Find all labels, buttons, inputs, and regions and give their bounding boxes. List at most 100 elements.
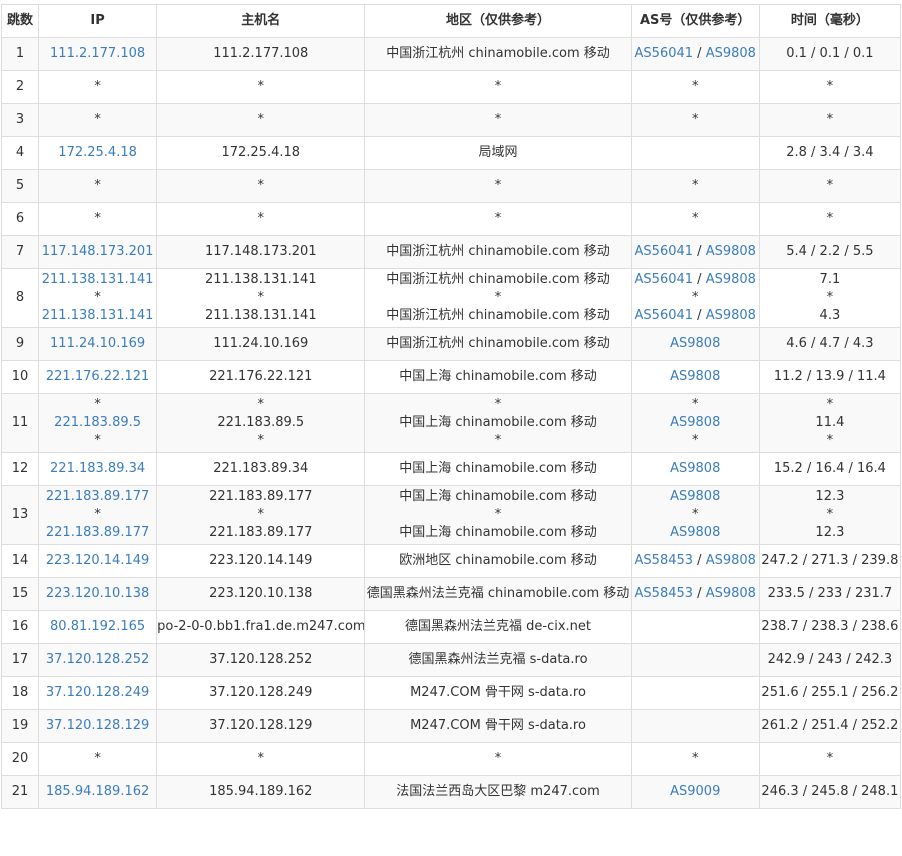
as-line: ​AS9808 xyxy=(632,368,758,386)
location-cell: 德国黑森州法兰克福 chinamobile.com 移动 xyxy=(364,577,632,611)
table-row: 7 117.148.173.201 117.148.173.201 中国浙江杭州 ch… xyxy=(0,235,902,269)
as-line: ​* xyxy=(632,750,758,768)
as-link[interactable]: AS9808 xyxy=(706,244,756,259)
location-cell: M247.COM 骨干网 s-data.ro xyxy=(364,709,632,743)
ip-link[interactable]: 185.94.189.162 xyxy=(40,783,156,801)
hop-cell: 6 xyxy=(0,202,40,236)
ip-link[interactable]: 211.138.131.141 xyxy=(40,307,156,325)
as-separator: / xyxy=(693,586,706,601)
ip-link[interactable]: 221.183.89.177 xyxy=(40,524,156,542)
as-link[interactable]: AS9808 xyxy=(670,336,720,351)
location-cell: * xyxy=(364,169,632,203)
location-text: 中国浙江杭州 chinamobile.com 移动 xyxy=(386,46,610,61)
hostname-cell: po-2-0-0.bb1.fra1.de.m247.com xyxy=(156,610,366,644)
as-link[interactable]: AS9808 xyxy=(670,461,720,476)
time-cell: 242.9 / 243 / 242.3 xyxy=(758,643,902,677)
ip-link[interactable]: 117.148.173.201 xyxy=(40,243,156,261)
table-row: 15 223.120.10.138 223.120.10.138 德国黑森州法兰克福 … xyxy=(0,577,902,611)
as-cell: ​*​AS9808​* xyxy=(630,393,760,453)
ip-link[interactable]: 221.176.22.121 xyxy=(40,368,156,386)
hop-number: 9 xyxy=(15,336,25,351)
hop-number: 10 xyxy=(11,369,29,384)
table-row: 11 * 221.183.89.5 * * 221.183.89.5 * * 中国上海 chin… xyxy=(0,393,902,453)
hop-number: 14 xyxy=(11,553,29,568)
hostname-cell: 111.24.10.169 xyxy=(156,327,366,361)
time-text: * xyxy=(826,507,834,522)
as-cell: ​AS9808 xyxy=(630,452,760,486)
as-link[interactable]: AS56041 xyxy=(635,308,694,323)
ip-link[interactable]: 37.120.128.249 xyxy=(40,684,156,702)
hostname-text: * xyxy=(257,397,265,412)
as-link[interactable]: AS56041 xyxy=(635,272,694,287)
as-link[interactable]: AS9808 xyxy=(670,525,720,540)
as-link[interactable]: AS9808 xyxy=(706,586,756,601)
ip-link[interactable]: 221.183.89.177 xyxy=(40,488,156,506)
as-line: ​AS9808 xyxy=(632,524,758,542)
as-line: ​* xyxy=(632,111,758,129)
as-link[interactable]: AS9808 xyxy=(706,272,756,287)
as-link[interactable]: AS56041 xyxy=(635,46,694,61)
as-placeholder: * xyxy=(691,751,699,766)
as-link[interactable]: AS9808 xyxy=(670,415,720,430)
hostname-cell: 221.176.22.121 xyxy=(156,360,366,394)
hop-cell: 17 xyxy=(0,643,40,677)
ip-link[interactable]: 111.24.10.169 xyxy=(40,335,156,353)
hop-number: 11 xyxy=(11,415,29,430)
location-text: 德国黑森州法兰克福 de-cix.net xyxy=(405,619,592,634)
ip-link[interactable]: 37.120.128.129 xyxy=(40,717,156,735)
time-cell: 2.8 / 3.4 / 3.4 xyxy=(758,136,902,170)
ip-cell: 37.120.128.252 xyxy=(38,643,158,677)
ip-link[interactable]: 37.120.128.252 xyxy=(40,651,156,669)
time-text: 246.3 / 245.8 / 248.1 xyxy=(761,784,899,799)
ip-link[interactable]: 221.183.89.34 xyxy=(40,460,156,478)
as-link[interactable]: AS9808 xyxy=(670,489,720,504)
as-link[interactable]: AS9009 xyxy=(670,784,720,799)
table-row: 3***​** xyxy=(0,103,902,137)
ip-link[interactable]: 172.25.4.18 xyxy=(40,144,156,162)
time-text: 247.2 / 271.3 / 239.8 xyxy=(761,553,899,568)
time-text: * xyxy=(826,178,834,193)
table-row: 13 221.183.89.177 * 221.183.89.177 221.183.8… xyxy=(0,485,902,545)
ip-link[interactable]: 223.120.10.138 xyxy=(40,585,156,603)
ip-link[interactable]: 211.138.131.141 xyxy=(40,271,156,289)
as-link[interactable]: AS9808 xyxy=(670,369,720,384)
as-link[interactable]: AS58453 xyxy=(635,586,694,601)
as-cell: ​AS56041 / AS9808​*​AS56041 / AS9808 xyxy=(630,268,760,328)
ip-cell: * xyxy=(38,202,158,236)
hostname-cell: 172.25.4.18 xyxy=(156,136,366,170)
time-cell: 233.5 / 233 / 231.7 xyxy=(758,577,902,611)
location-text: 中国浙江杭州 chinamobile.com 移动 xyxy=(386,272,610,287)
as-cell: ​ xyxy=(630,676,760,710)
hostname-text: 211.138.131.141 xyxy=(204,272,317,287)
location-text: * xyxy=(494,112,502,127)
ip-cell: 211.138.131.141 * 211.138.131.141 xyxy=(38,268,158,328)
time-text: 11.4 xyxy=(815,415,845,430)
hop-number: 19 xyxy=(11,718,29,733)
ip-link[interactable]: 221.183.89.5 xyxy=(40,414,156,432)
as-link[interactable]: AS56041 xyxy=(635,244,694,259)
ip-link[interactable]: 80.81.192.165 xyxy=(40,618,156,636)
ip-link[interactable]: 223.120.14.149 xyxy=(40,552,156,570)
as-placeholder: * xyxy=(691,507,699,522)
location-cell: 欧洲地区 chinamobile.com 移动 xyxy=(364,544,632,578)
traceroute-table: 跳数 IP 主机名 地区（仅供参考） AS号（仅供参考） 时间（毫秒） 1 111… xyxy=(0,4,902,809)
table-row: 5***​** xyxy=(0,169,902,203)
hostname-text: * xyxy=(257,211,265,226)
as-line: ​AS9808 xyxy=(632,460,758,478)
hop-cell: 20 xyxy=(0,742,40,776)
table-row: 14 223.120.14.149 223.120.14.149 欧洲地区 china… xyxy=(0,544,902,578)
location-cell: 法国法兰西岛大区巴黎 m247.com xyxy=(364,775,632,809)
as-link[interactable]: AS58453 xyxy=(635,553,694,568)
as-link[interactable]: AS9808 xyxy=(706,308,756,323)
header-ip: IP xyxy=(38,4,158,38)
hostname-text: 111.2.177.108 xyxy=(213,46,309,61)
table-row: 20***​** xyxy=(0,742,902,776)
as-line: ​ xyxy=(632,684,758,702)
location-text: 中国浙江杭州 chinamobile.com 移动 xyxy=(386,244,610,259)
as-link[interactable]: AS9808 xyxy=(706,553,756,568)
location-text: 中国浙江杭州 chinamobile.com 移动 xyxy=(386,308,610,323)
ip-link[interactable]: 111.2.177.108 xyxy=(40,45,156,63)
hostname-text: po-2-0-0.bb1.fra1.de.m247.com xyxy=(157,619,365,634)
as-link[interactable]: AS9808 xyxy=(706,46,756,61)
time-cell: * xyxy=(758,202,902,236)
